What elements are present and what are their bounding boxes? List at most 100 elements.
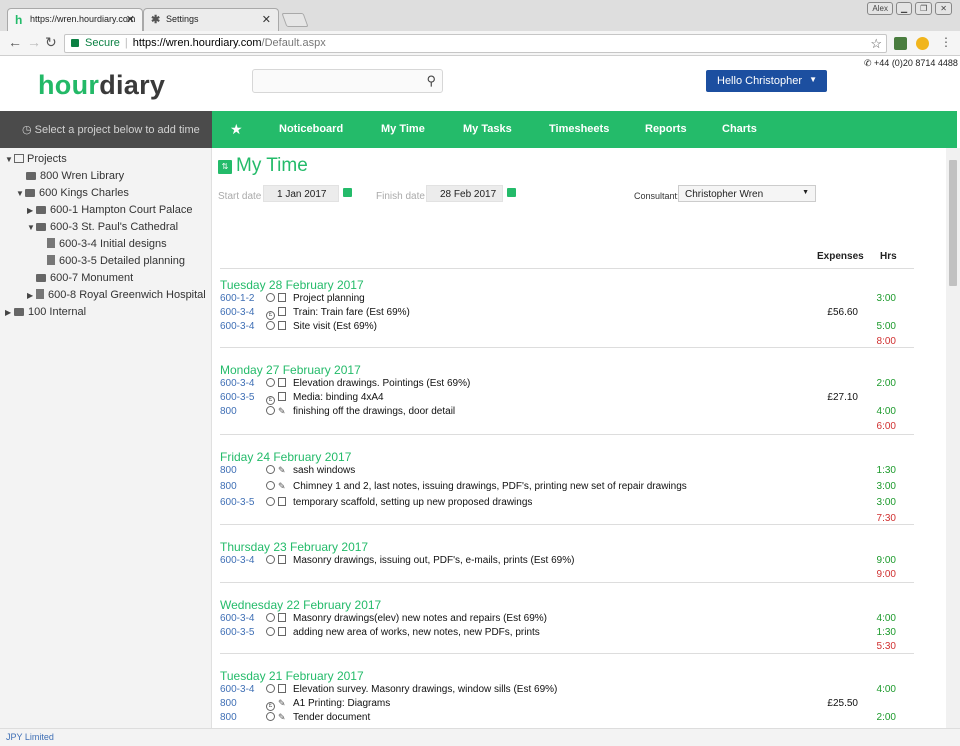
calendar-icon[interactable]: [507, 188, 516, 197]
project-code-link[interactable]: 600-3-5: [220, 627, 254, 638]
scrollbar-thumb[interactable]: [949, 160, 957, 286]
project-code-link[interactable]: 800: [220, 712, 237, 723]
tree-item-internal[interactable]: ▶ 100 Internal: [5, 306, 86, 318]
nav-my-tasks[interactable]: My Tasks: [463, 123, 512, 135]
project-code-link[interactable]: 600-3-4: [220, 378, 254, 389]
tree-item-kings-charles[interactable]: ▼ 600 Kings Charles: [16, 187, 129, 199]
calendar-icon[interactable]: [343, 188, 352, 197]
pencil-icon[interactable]: ✎: [278, 712, 286, 722]
tree-item-hampton-court[interactable]: ▶ 600-1 Hampton Court Palace: [27, 204, 192, 216]
project-code-link[interactable]: 600-3-4: [220, 684, 254, 695]
project-code-link[interactable]: 800: [220, 698, 237, 709]
start-date-field[interactable]: 1 Jan 2017: [263, 185, 339, 202]
entry-description[interactable]: temporary scaffold, setting up new propo…: [293, 497, 532, 508]
entry-description[interactable]: adding new area of works, new notes, new…: [293, 627, 540, 638]
entry-description[interactable]: Elevation drawings. Pointings (Est 69%): [293, 378, 470, 389]
expense-icon[interactable]: £: [266, 311, 275, 321]
extension-icon[interactable]: [894, 37, 907, 50]
browser-tab-settings[interactable]: ✱ Settings ✕: [143, 8, 279, 31]
user-menu-button[interactable]: Hello Christopher ▼: [706, 70, 827, 92]
timesheet-icon[interactable]: [278, 378, 286, 387]
clock-icon[interactable]: [266, 465, 275, 474]
maximize-icon[interactable]: ❐: [915, 2, 933, 15]
project-code-link[interactable]: 600-1-2: [220, 293, 254, 304]
new-tab-button[interactable]: [281, 13, 309, 27]
clock-icon[interactable]: [266, 293, 275, 302]
collapse-toggle-icon[interactable]: ▼: [16, 189, 25, 198]
expand-toggle-icon[interactable]: ▶: [27, 291, 36, 300]
finish-date-field[interactable]: 28 Feb 2017: [426, 185, 503, 202]
clock-icon[interactable]: [266, 321, 275, 331]
project-code-link[interactable]: 600-3-5: [220, 392, 254, 403]
close-window-icon[interactable]: ✕: [935, 2, 952, 15]
pencil-icon[interactable]: ✎: [278, 406, 286, 416]
nav-charts[interactable]: Charts: [722, 123, 757, 135]
project-code-link[interactable]: 800: [220, 481, 237, 492]
tree-item-projects[interactable]: ▼ Projects: [5, 153, 67, 165]
timesheet-icon[interactable]: [278, 613, 286, 622]
vertical-scrollbar[interactable]: [946, 148, 960, 728]
entry-description[interactable]: Project planning: [293, 293, 365, 304]
clock-icon[interactable]: [266, 684, 275, 693]
expand-toggle-icon[interactable]: ▶: [5, 308, 14, 317]
entry-description[interactable]: Media: binding 4xA4: [293, 392, 384, 403]
tree-item-wren-library[interactable]: 800 Wren Library: [26, 170, 124, 182]
close-tab-icon[interactable]: ✕: [126, 13, 135, 26]
timesheet-icon[interactable]: [278, 392, 286, 402]
project-code-link[interactable]: 600-3-4: [220, 613, 254, 624]
pencil-icon[interactable]: ✎: [278, 481, 286, 491]
clock-icon[interactable]: [266, 712, 275, 722]
nav-my-time[interactable]: My Time: [381, 123, 425, 135]
expense-icon[interactable]: £: [266, 396, 275, 406]
consultant-select[interactable]: Christopher Wren ▼: [678, 185, 816, 202]
pencil-icon[interactable]: ✎: [278, 465, 286, 475]
timesheet-icon[interactable]: [278, 555, 286, 564]
entry-description[interactable]: A1 Printing: Diagrams: [293, 698, 390, 709]
tree-item-detailed-planning[interactable]: 600-3-5 Detailed planning: [47, 255, 185, 267]
favorites-star-icon[interactable]: ★: [230, 121, 243, 138]
clock-icon[interactable]: [266, 497, 275, 506]
url-field[interactable]: Secure | https://wren.hourdiary.com/Defaul…: [64, 34, 887, 53]
project-code-link[interactable]: 600-3-5: [220, 497, 254, 508]
entry-description[interactable]: finishing off the drawings, door detail: [293, 406, 455, 417]
clock-icon[interactable]: [266, 378, 275, 387]
tree-item-monument[interactable]: 600-7 Monument: [36, 272, 133, 284]
timesheet-icon[interactable]: [278, 684, 286, 693]
collapse-toggle-icon[interactable]: ▼: [5, 155, 14, 164]
clock-icon[interactable]: [266, 555, 275, 564]
clock-icon[interactable]: [266, 481, 275, 490]
timesheet-icon[interactable]: [278, 627, 286, 637]
entry-description[interactable]: Tender document: [293, 712, 370, 723]
expense-icon[interactable]: £: [266, 702, 275, 712]
entry-description[interactable]: Elevation survey. Masonry drawings, wind…: [293, 684, 557, 695]
entry-description[interactable]: Site visit (Est 69%): [293, 321, 377, 332]
bookmark-star-icon[interactable]: ☆: [870, 36, 882, 52]
project-code-link[interactable]: 800: [220, 465, 237, 476]
forward-arrow-icon[interactable]: →: [27, 35, 41, 49]
browser-tab-hourdiary[interactable]: h https://wren.hourdiary.com ✕: [7, 8, 143, 31]
collapse-toggle-icon[interactable]: ▼: [27, 223, 36, 232]
project-code-link[interactable]: 800: [220, 406, 237, 417]
expand-toggle-icon[interactable]: ▶: [27, 206, 36, 215]
nav-timesheets[interactable]: Timesheets: [549, 123, 609, 135]
search-input[interactable]: ⚲: [252, 69, 443, 93]
entry-description[interactable]: Masonry drawings, issuing out, PDF's, e-…: [293, 555, 574, 566]
project-code-link[interactable]: 600-3-4: [220, 555, 254, 566]
project-code-link[interactable]: 600-3-4: [220, 321, 254, 332]
clock-icon[interactable]: [266, 627, 275, 637]
hourdiary-logo[interactable]: hourdiary: [38, 70, 165, 101]
entry-description[interactable]: Train: Train fare (Est 69%): [293, 307, 410, 318]
timesheet-icon[interactable]: [278, 321, 286, 331]
project-code-link[interactable]: 600-3-4: [220, 307, 254, 318]
extension-icon[interactable]: [916, 37, 929, 50]
timesheet-icon[interactable]: [278, 307, 286, 317]
tree-item-greenwich-hospital[interactable]: ▶ 600-8 Royal Greenwich Hospital: [27, 289, 206, 301]
user-chip[interactable]: Alex: [867, 2, 893, 15]
tree-item-st-pauls[interactable]: ▼ 600-3 St. Paul's Cathedral: [27, 221, 178, 233]
tree-item-initial-designs[interactable]: 600-3-4 Initial designs: [47, 238, 167, 250]
close-tab-icon[interactable]: ✕: [262, 13, 271, 26]
nav-noticeboard[interactable]: Noticeboard: [279, 123, 343, 135]
company-link[interactable]: JPY Limited: [6, 732, 54, 742]
entry-description[interactable]: sash windows: [293, 465, 355, 476]
menu-dots-icon[interactable]: ⋮: [940, 35, 952, 49]
